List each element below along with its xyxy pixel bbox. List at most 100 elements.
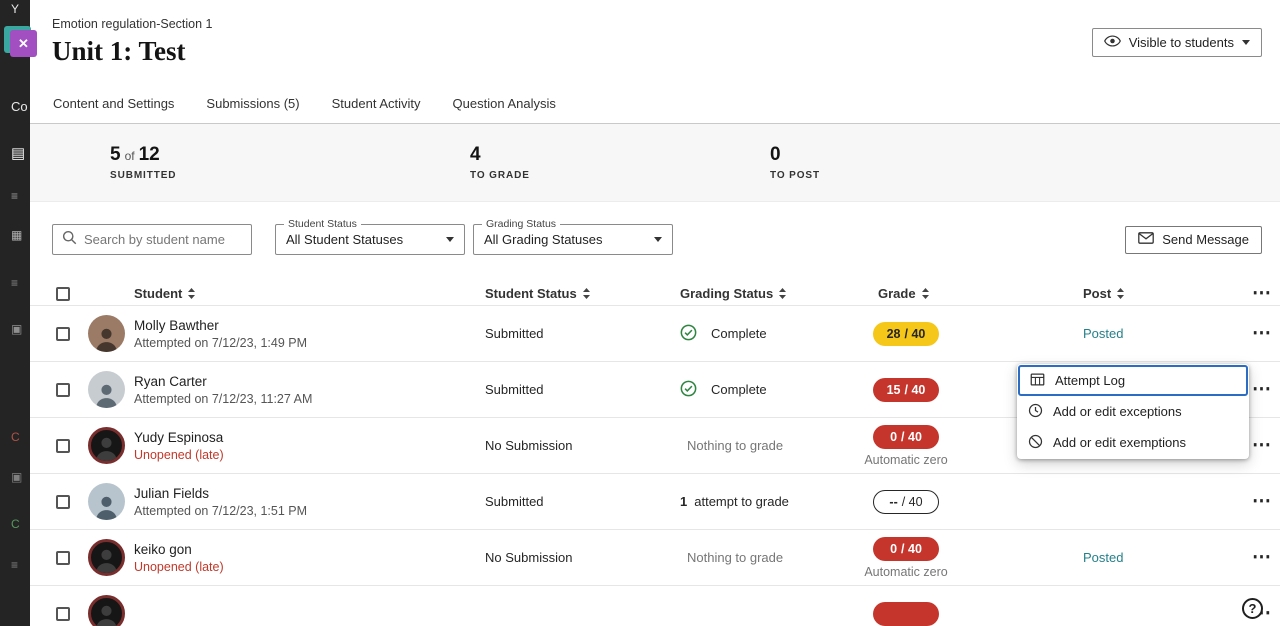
grade-cell: -- / 40 <box>858 490 954 514</box>
student-cell <box>134 612 485 615</box>
submitted-count: 5 <box>110 144 121 166</box>
row-checkbox[interactable] <box>56 551 70 565</box>
grade-pill[interactable] <box>873 602 939 626</box>
menu-item-exceptions[interactable]: Add or edit exceptions <box>1018 396 1248 427</box>
avatar <box>88 371 125 408</box>
table-row[interactable]: Julian Fields Attempted on 7/12/23, 1:51… <box>30 474 1280 530</box>
rail-fragment: C <box>11 517 20 531</box>
student-cell: Molly Bawther Attempted on 7/12/23, 1:49… <box>134 318 485 350</box>
grade-pill[interactable]: 15 / 40 <box>873 378 939 402</box>
row-overflow-menu-button[interactable]: ⋯ <box>1244 490 1280 513</box>
breadcrumb: Emotion regulation-Section 1 <box>52 17 1262 31</box>
post-status: Posted <box>1027 326 1234 341</box>
menu-item-attempt-log[interactable]: Attempt Log <box>1018 365 1248 396</box>
attempt-info: Attempted on 7/12/23, 11:27 AM <box>134 392 485 406</box>
row-overflow-menu-button[interactable]: ⋯ <box>1244 546 1280 569</box>
table-overflow-menu-button[interactable]: ⋯ <box>1244 282 1280 305</box>
row-checkbox[interactable] <box>56 439 70 453</box>
column-header-student-status[interactable]: Student Status <box>485 286 680 301</box>
column-label: Post <box>1083 286 1111 301</box>
grade-score: 0 <box>890 430 897 444</box>
grading-status-cell: Complete <box>680 380 850 400</box>
tab[interactable]: Question Analysis <box>452 96 557 123</box>
attempt-info: Attempted on 7/12/23, 1:49 PM <box>134 336 485 350</box>
table-body: Molly Bawther Attempted on 7/12/23, 1:49… <box>30 306 1280 626</box>
student-status-select[interactable]: Student Status All Student Statuses <box>275 224 465 255</box>
rail-fragment: ▤ <box>11 144 25 162</box>
grade-pill[interactable]: 28 / 40 <box>873 322 939 346</box>
tab-label: Submissions (5) <box>206 96 299 111</box>
rail-fragment: ≡ <box>11 558 18 572</box>
chevron-down-icon <box>654 237 662 242</box>
column-header-post[interactable]: Post <box>1027 286 1234 301</box>
rail-fragment: ≡ <box>11 189 18 203</box>
avatar <box>88 483 125 520</box>
grade-score: 15 <box>887 383 901 397</box>
avatar <box>88 595 125 626</box>
student-name: Molly Bawther <box>134 318 485 333</box>
column-label: Grading Status <box>680 286 773 301</box>
grading-status-select-label: Grading Status <box>482 218 560 230</box>
attempt-info: Unopened (late) <box>134 448 485 462</box>
rail-fragment: ▣ <box>11 322 22 336</box>
student-name: Ryan Carter <box>134 374 485 389</box>
row-checkbox[interactable] <box>56 383 70 397</box>
submitted-total: 12 <box>139 144 160 166</box>
row-overflow-menu-button[interactable]: ⋯ <box>1244 322 1280 345</box>
student-cell: Julian Fields Attempted on 7/12/23, 1:51… <box>134 486 485 518</box>
rail-fragment: ▦ <box>11 228 22 242</box>
grade-pill[interactable]: -- / 40 <box>873 490 939 514</box>
grade-total: / 40 <box>905 383 926 397</box>
table-row[interactable]: keiko gon Unopened (late) No Submission … <box>30 530 1280 586</box>
column-header-grading-status[interactable]: Grading Status <box>680 286 850 301</box>
chevron-down-icon <box>1242 40 1250 45</box>
visibility-label: Visible to students <box>1129 35 1234 50</box>
student-status-cell: Submitted <box>485 382 680 397</box>
tab[interactable]: Content and Settings <box>52 96 175 123</box>
help-button[interactable]: ? <box>1242 598 1263 619</box>
menu-item-exemptions[interactable]: Add or edit exemptions <box>1018 427 1248 458</box>
row-overflow-menu-button[interactable]: ⋯ <box>1244 378 1280 401</box>
student-cell: keiko gon Unopened (late) <box>134 542 485 574</box>
student-name: Yudy Espinosa <box>134 430 485 445</box>
row-checkbox[interactable] <box>56 607 70 621</box>
stat-to-post: 0 TO POST <box>770 144 820 181</box>
rail-fragment: Co <box>11 99 28 114</box>
row-checkbox[interactable] <box>56 495 70 509</box>
row-overflow-menu-button[interactable]: ⋯ <box>1244 434 1280 457</box>
search-input[interactable] <box>84 232 242 247</box>
visibility-dropdown-button[interactable]: Visible to students <box>1092 28 1262 57</box>
post-status: Posted <box>1027 550 1234 565</box>
stat-to-grade: 4 TO GRADE <box>470 144 770 181</box>
student-status-select-label: Student Status <box>284 218 361 230</box>
to-post-label: TO POST <box>770 170 820 181</box>
rail-fragment: C <box>11 430 20 444</box>
row-checkbox[interactable] <box>56 327 70 341</box>
close-panel-button[interactable]: ✕ <box>10 30 37 57</box>
row-context-menu: Attempt Log Add or edit exceptions Add o… <box>1017 364 1249 459</box>
send-message-button[interactable]: Send Message <box>1125 226 1262 254</box>
student-status-select-value: All Student Statuses <box>286 232 403 247</box>
tab[interactable]: Student Activity <box>331 96 422 123</box>
page-title: Unit 1: Test <box>52 36 1262 67</box>
select-all-checkbox[interactable] <box>56 287 70 301</box>
grade-cell: 0 / 40 Automatic zero <box>858 425 954 467</box>
grading-status-text: attempt to grade <box>694 494 789 509</box>
grading-status-select[interactable]: Grading Status All Grading Statuses <box>473 224 673 255</box>
envelope-icon <box>1138 232 1154 247</box>
grade-pill[interactable]: 0 / 40 <box>873 537 939 561</box>
table-row[interactable]: ⋯ <box>30 586 1280 626</box>
grading-status-cell: 1 attempt to grade <box>680 494 850 509</box>
menu-item-label: Add or edit exemptions <box>1053 435 1186 450</box>
student-status-cell: No Submission <box>485 550 680 565</box>
column-header-student[interactable]: Student <box>134 286 485 301</box>
column-header-grade[interactable]: Grade <box>878 286 1027 301</box>
table-row[interactable]: Molly Bawther Attempted on 7/12/23, 1:49… <box>30 306 1280 362</box>
sort-icon <box>921 287 930 300</box>
grade-pill[interactable]: 0 / 40 <box>873 425 939 449</box>
tab[interactable]: Submissions (5) <box>205 96 300 123</box>
stat-submitted: 5 of 12 SUBMITTED <box>110 144 470 181</box>
table-header-row: Student Student Status Grading Status Gr… <box>30 282 1280 306</box>
tab-label: Student Activity <box>332 96 421 111</box>
student-cell: Yudy Espinosa Unopened (late) <box>134 430 485 462</box>
